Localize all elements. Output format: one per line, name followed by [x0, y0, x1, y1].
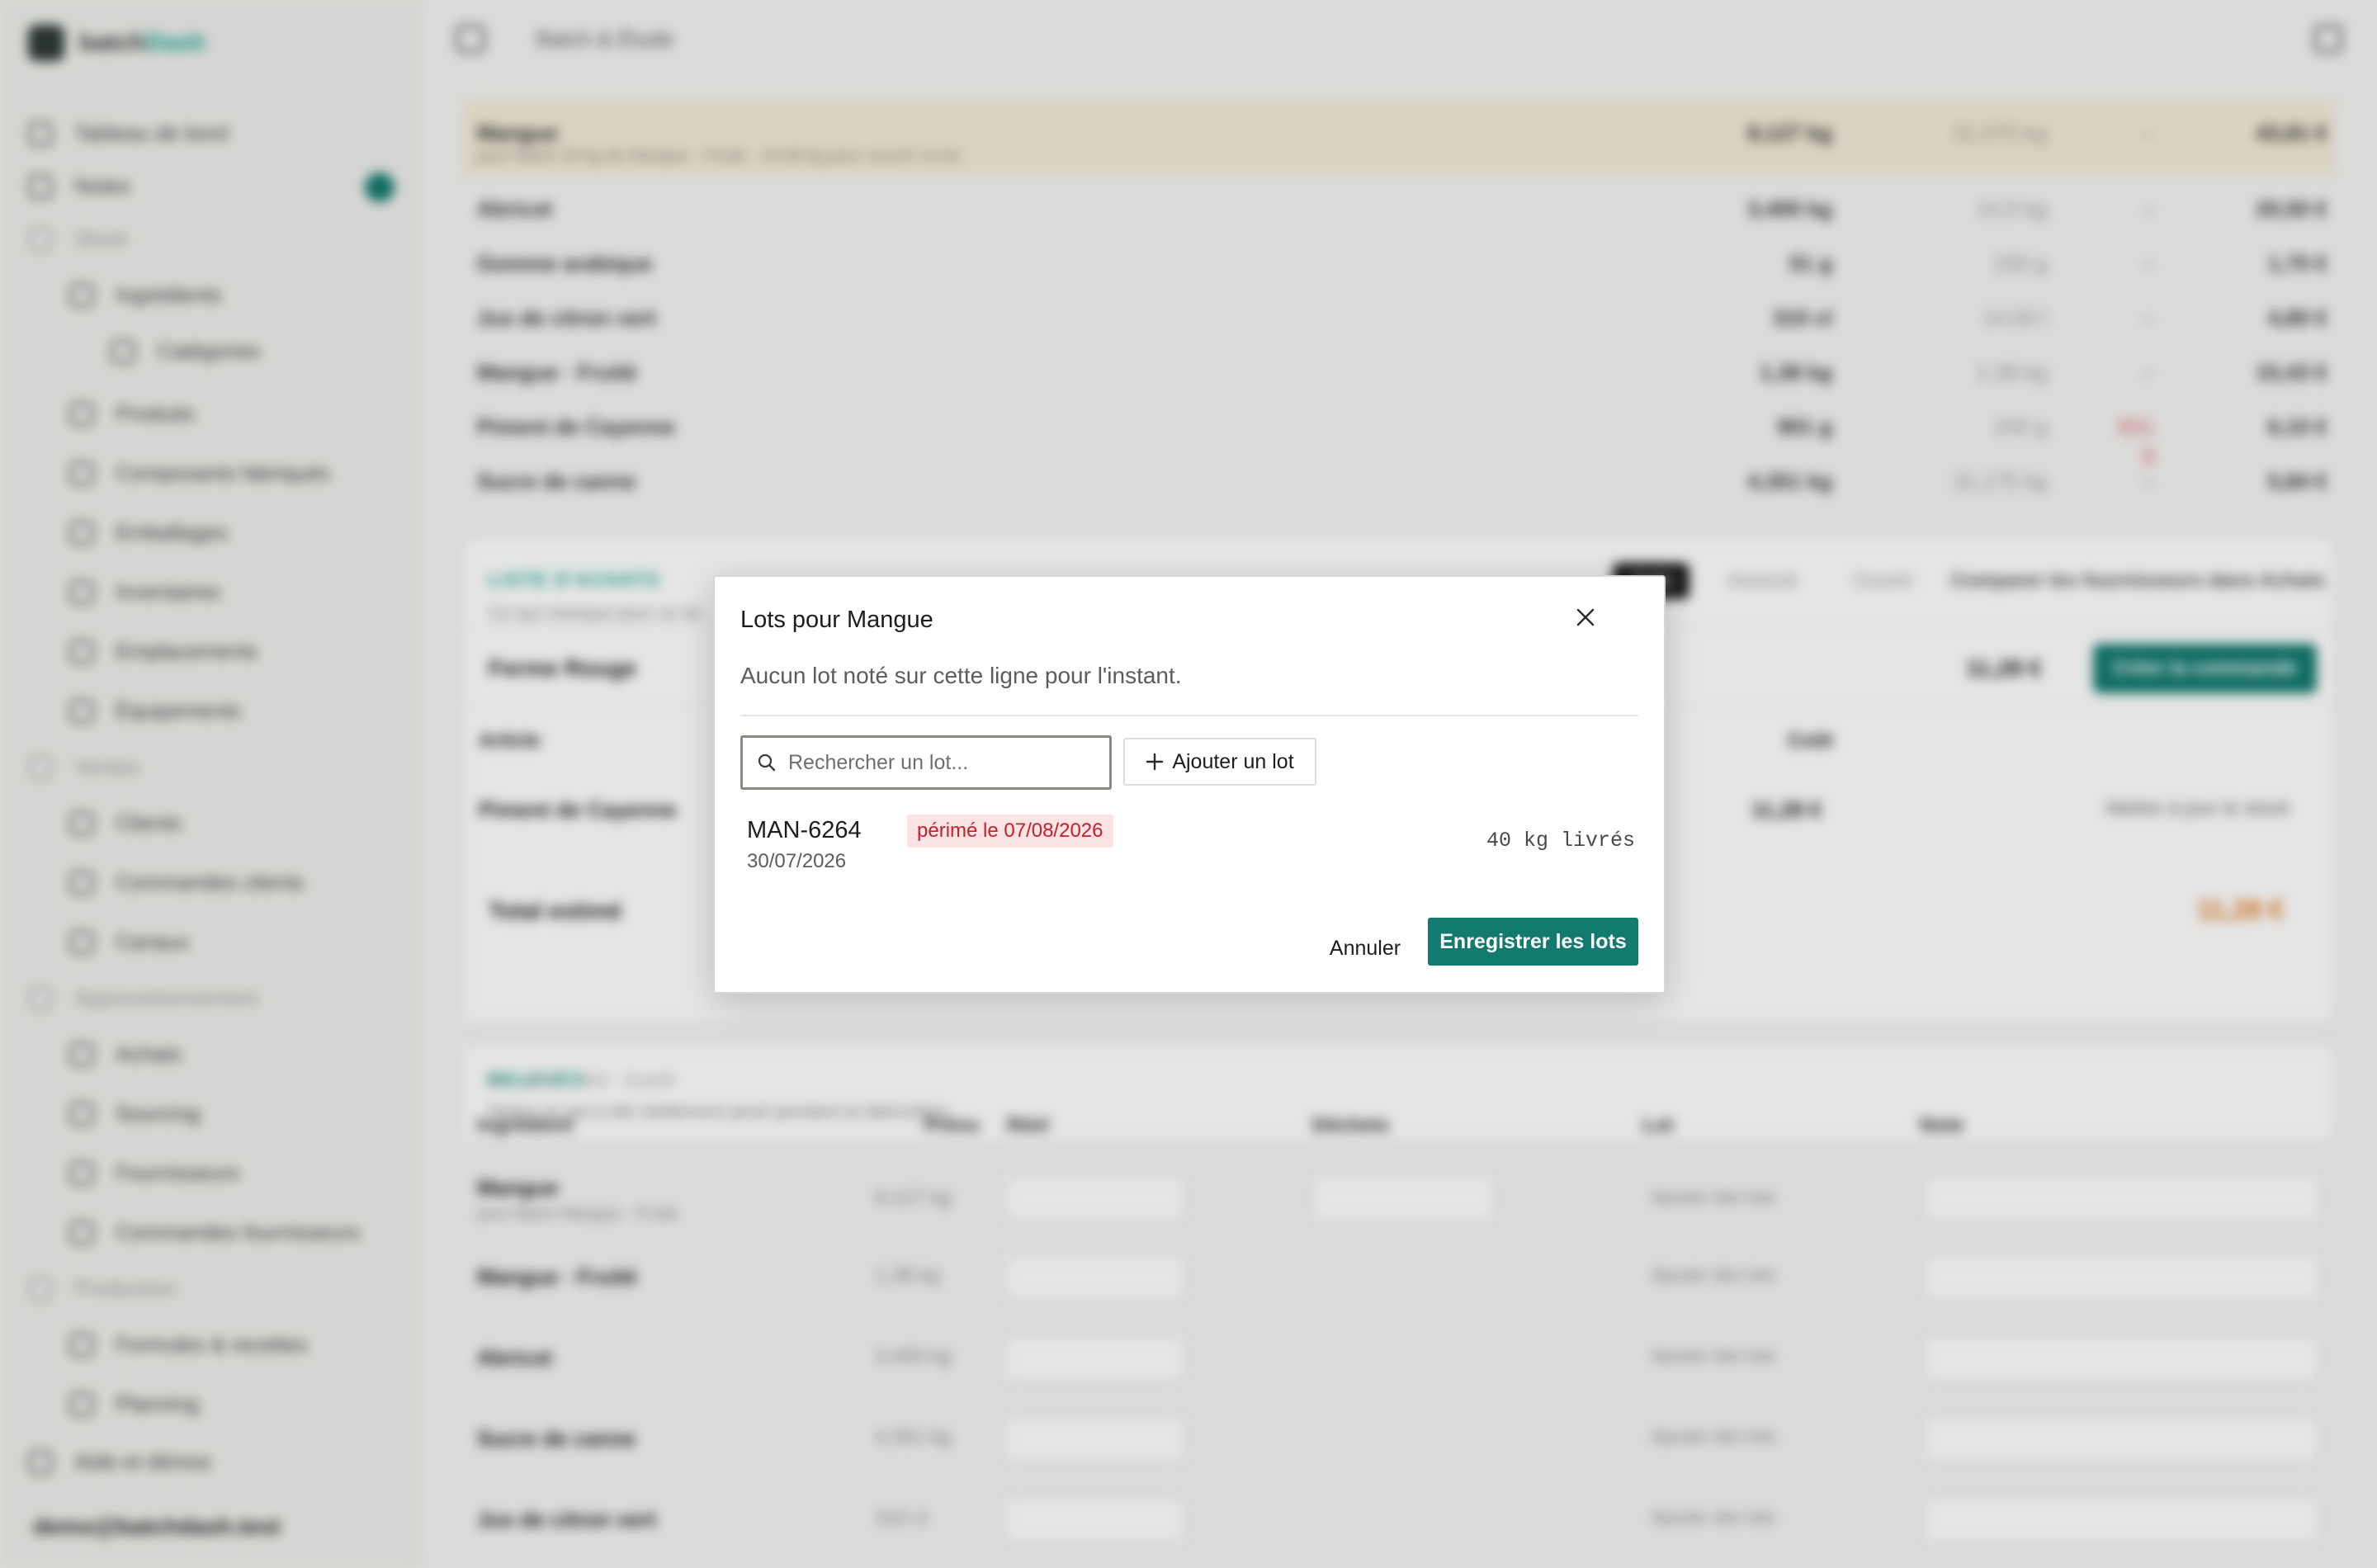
close-icon	[1576, 608, 1595, 626]
expiry-badge: périmé le 07/08/2026	[907, 815, 1113, 848]
lots-dialog: Lots pour Mangue Aucun lot noté sur cett…	[713, 575, 1666, 994]
search-icon	[758, 753, 776, 772]
divider	[740, 715, 1638, 716]
lot-search-input[interactable]	[788, 750, 1102, 775]
lot-search[interactable]	[740, 735, 1112, 790]
cancel-button[interactable]: Annuler	[1304, 923, 1426, 973]
dialog-description: Aucun lot noté sur cette ligne pour l'in…	[740, 663, 1182, 688]
save-lots-button[interactable]: Enregistrer les lots	[1428, 918, 1638, 966]
lot-code: MAN-6264	[747, 817, 862, 843]
close-button[interactable]	[1567, 598, 1604, 636]
add-lot-label: Ajouter un lot	[1172, 749, 1294, 773]
lot-date: 30/07/2026	[747, 850, 847, 872]
plus-icon	[1146, 753, 1164, 771]
lot-item[interactable]: MAN-6264 périmé le 07/08/2026 30/07/2026…	[740, 812, 1638, 886]
lot-quantity: 40 kg livrés	[1486, 829, 1635, 852]
dialog-title: Lots pour Mangue	[740, 607, 933, 633]
add-lot-button[interactable]: Ajouter un lot	[1123, 738, 1316, 786]
